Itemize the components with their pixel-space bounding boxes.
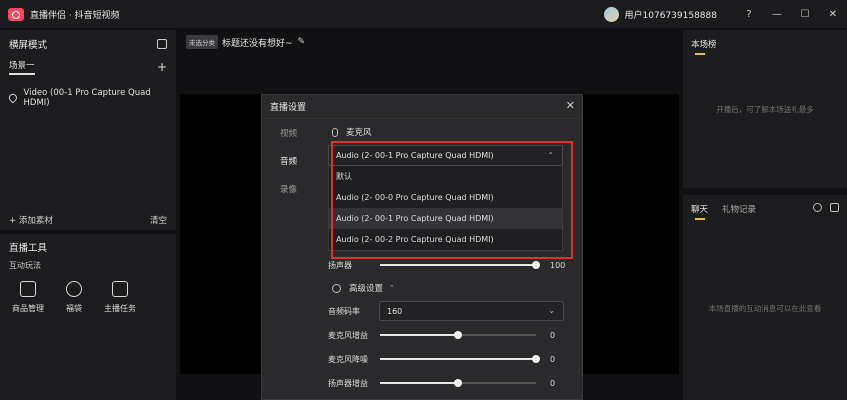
settings-icon[interactable]: [813, 203, 822, 212]
scene-panel: 横屏模式 场景一 + Video (00-1 Pro Capture Quad …: [0, 30, 176, 230]
add-material-button[interactable]: + 添加素材: [9, 214, 53, 226]
rank-empty-text: 开播后，可了解本场送礼最多: [716, 105, 814, 114]
title-bar: 直播伴侣 · 抖音短视频 用户1076739158888 ? — ☐ ✕: [0, 0, 847, 28]
speaker-row: 扬声器 100: [328, 255, 578, 275]
nav-video[interactable]: 视频: [262, 119, 318, 147]
microphone-icon: [332, 127, 338, 137]
mic-denoise-row: 麦克风降噪 0: [328, 349, 578, 369]
speaker-gain-value: 0: [550, 378, 556, 388]
chevron-up-icon: ⌃: [547, 151, 554, 160]
mic-selected-value: Audio (2- 00-1 Pro Capture Quad HDMI): [336, 151, 494, 160]
nav-audio[interactable]: 音频: [262, 147, 318, 175]
source-item[interactable]: Video (00-1 Pro Capture Quad HDMI): [0, 88, 176, 108]
username[interactable]: 用户1076739158888: [625, 8, 717, 21]
help-button[interactable]: ?: [735, 0, 763, 28]
mic-denoise-slider[interactable]: [380, 355, 540, 363]
mic-denoise-label: 麦克风降噪: [328, 354, 368, 364]
app-logo-icon: [8, 7, 24, 21]
maximize-button[interactable]: ☐: [791, 0, 819, 28]
app-title: 直播伴侣 · 抖音短视频: [30, 10, 120, 21]
mode-title: 横屏模式: [9, 40, 48, 51]
mic-option[interactable]: Audio (2- 00-1 Pro Capture Quad HDMI): [329, 208, 562, 229]
tools-panel: 直播工具 互动玩法 商品管理 福袋 主播任务: [0, 234, 176, 400]
mic-gain-value: 0: [550, 330, 556, 340]
bitrate-select[interactable]: 160 ⌄: [379, 301, 564, 321]
avatar[interactable]: [603, 6, 619, 22]
tools-title: 直播工具: [9, 243, 48, 254]
minimize-button[interactable]: —: [763, 0, 791, 28]
mic-option[interactable]: Audio (2- 00-2 Pro Capture Quad HDMI): [329, 229, 562, 250]
slider-knob[interactable]: [454, 331, 462, 339]
mic-select[interactable]: Audio (2- 00-1 Pro Capture Quad HDMI) ⌃: [328, 145, 563, 166]
live-settings-dialog: 直播设置 ✕ 视频 音频 录像 麦克风 Audio (2- 00-1 Pro C…: [261, 94, 583, 400]
advanced-settings-toggle[interactable]: 高级设置 ⌃: [332, 282, 395, 294]
tool-gift-bag[interactable]: 福袋: [52, 281, 96, 314]
mic-gain-slider[interactable]: [380, 331, 536, 339]
help-icon: ?: [746, 8, 752, 20]
mic-gain-label: 麦克风增益: [328, 330, 368, 340]
tool-shop[interactable]: 商品管理: [6, 281, 50, 314]
bitrate-value: 160: [387, 306, 403, 316]
tools-subtitle: 互动玩法: [9, 261, 41, 270]
tool-label: 主播任务: [104, 304, 136, 313]
slider-knob[interactable]: [454, 379, 462, 387]
bitrate-label: 音频码率: [328, 306, 360, 316]
clear-button[interactable]: 清空: [150, 214, 167, 226]
slider-knob[interactable]: [532, 261, 540, 269]
maximize-icon: ☐: [800, 8, 810, 20]
dialog-title: 直播设置: [270, 103, 307, 113]
speaker-label: 扬声器: [328, 260, 352, 270]
chevron-up-icon: ⌃: [389, 284, 395, 292]
tab-gift-record[interactable]: 礼物记录: [722, 203, 756, 215]
tool-label: 福袋: [66, 304, 82, 313]
mic-denoise-value: 0: [550, 354, 556, 364]
speaker-value: 100: [550, 260, 566, 270]
gear-icon: [332, 283, 341, 293]
close-button[interactable]: ✕: [819, 0, 847, 28]
category-badge[interactable]: 未选分类: [186, 35, 218, 49]
live-title[interactable]: 标题还没有想好~: [222, 36, 293, 49]
chat-panel: 聊天 礼物记录 本场直播的互动消息可以在此查看: [683, 195, 847, 400]
chat-empty-text: 本场直播的互动消息可以在此查看: [708, 304, 822, 313]
mic-section-title: 麦克风: [346, 128, 372, 138]
speaker-gain-label: 扬声器增益: [328, 378, 368, 388]
mic-option[interactable]: Audio (2- 00-0 Pro Capture Quad HDMI): [329, 187, 562, 208]
nav-recording[interactable]: 录像: [262, 175, 318, 203]
speaker-gain-row: 扬声器增益 0: [328, 373, 578, 393]
close-icon: ✕: [828, 8, 838, 20]
left-panel: 横屏模式 场景一 + Video (00-1 Pro Capture Quad …: [0, 30, 176, 400]
add-scene-button[interactable]: +: [157, 60, 167, 74]
mic-options-list: 默认 Audio (2- 00-0 Pro Capture Quad HDMI)…: [328, 166, 563, 251]
popout-icon[interactable]: [830, 203, 839, 212]
shop-icon: [20, 281, 36, 297]
right-panel: 本场榜 开播后，可了解本场送礼最多 聊天 礼物记录 本场直播的互动消息可以在此查…: [683, 30, 847, 400]
advanced-title: 高级设置: [349, 284, 384, 294]
tool-task[interactable]: 主播任务: [98, 281, 142, 314]
chevron-down-icon: ⌄: [548, 306, 555, 315]
tab-rank[interactable]: 本场榜: [691, 38, 717, 55]
dialog-close-icon[interactable]: ✕: [566, 99, 575, 112]
tool-label: 商品管理: [12, 304, 44, 313]
task-icon: [112, 281, 128, 297]
location-pin-icon: [7, 92, 19, 104]
source-item-label: Video (00-1 Pro Capture Quad HDMI): [23, 88, 151, 108]
scene-tab-1[interactable]: 场景一: [9, 59, 35, 75]
mic-option[interactable]: 默认: [329, 166, 562, 187]
tab-chat[interactable]: 聊天: [691, 203, 708, 220]
minimize-icon: —: [772, 8, 782, 20]
mic-gain-row: 麦克风增益 0: [328, 325, 578, 345]
speaker-gain-slider[interactable]: [380, 379, 536, 387]
slider-knob[interactable]: [532, 355, 540, 363]
gift-bag-icon: [66, 281, 82, 297]
speaker-slider[interactable]: [380, 261, 540, 269]
edit-icon[interactable]: ✎: [298, 37, 306, 47]
rank-panel: 本场榜 开播后，可了解本场送礼最多: [683, 30, 847, 188]
layout-toggle-icon[interactable]: [157, 39, 167, 49]
